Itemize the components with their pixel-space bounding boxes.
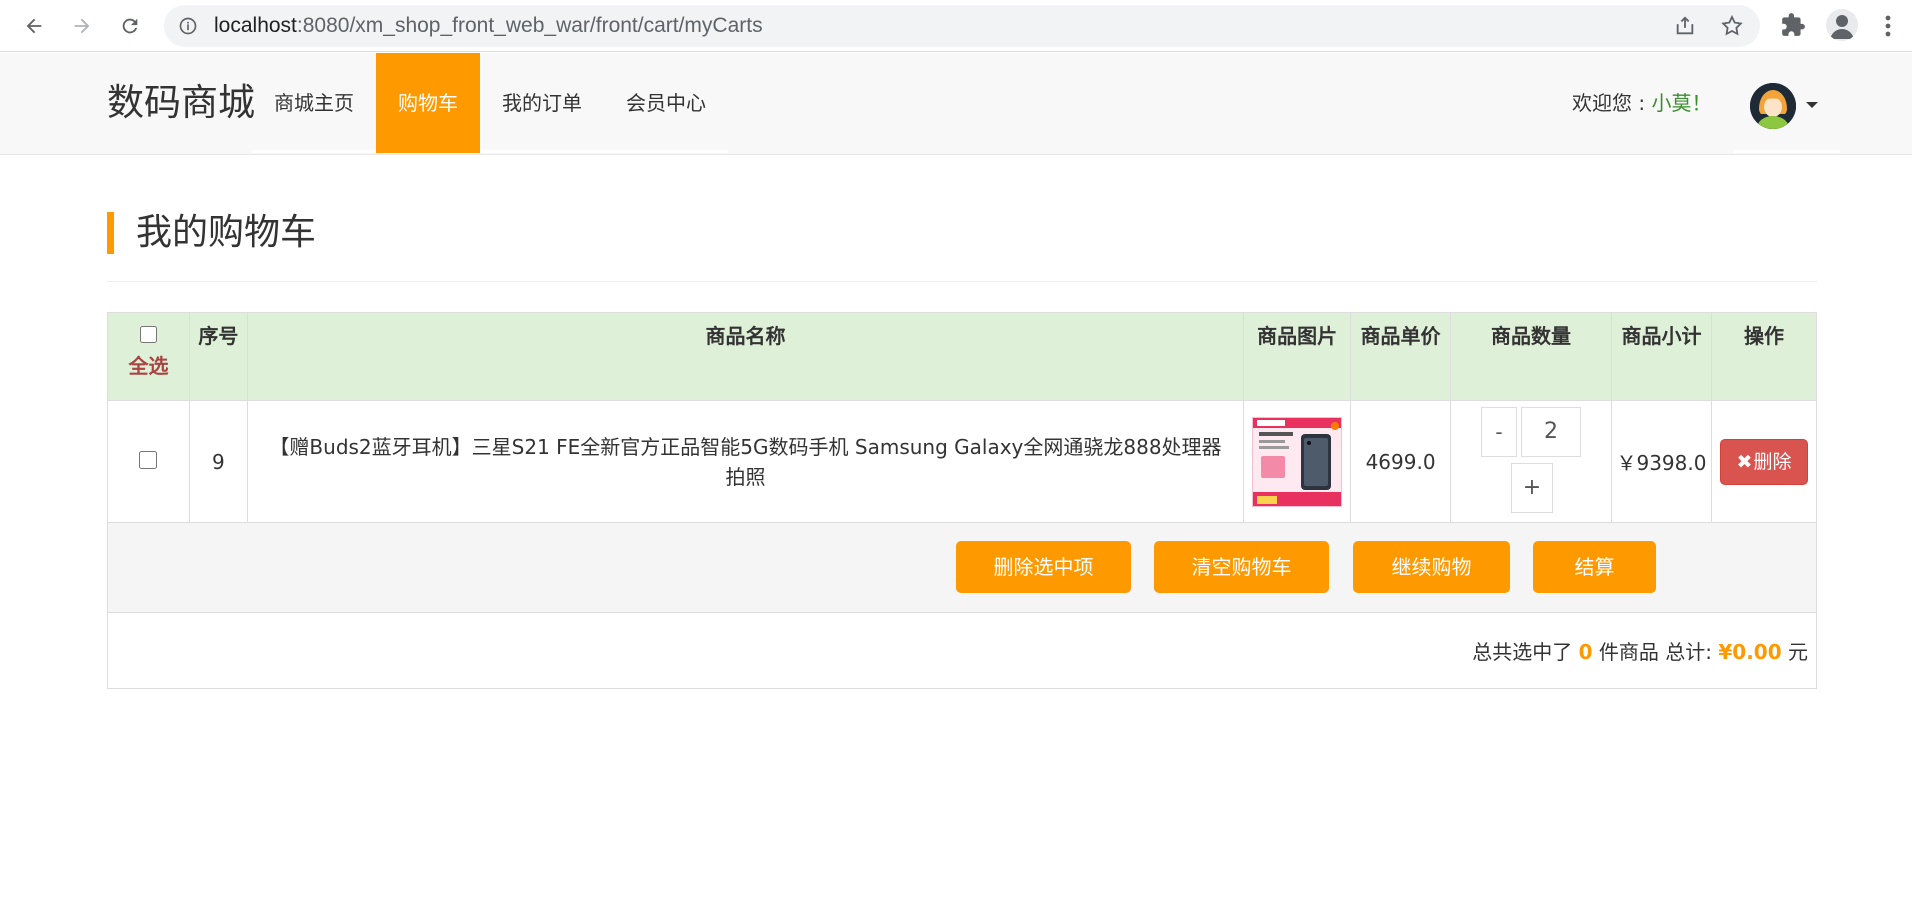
bookmark-star-icon[interactable] xyxy=(1720,14,1744,38)
share-icon[interactable] xyxy=(1674,15,1696,37)
site-navbar: 数码商城 商城主页 购物车 我的订单 会员中心 欢迎您 : 小莫！ xyxy=(0,53,1912,155)
cart-actions-row: 删除选中项 清空购物车 继续购物 结算 xyxy=(107,522,1817,613)
username: 小莫！ xyxy=(1651,91,1712,115)
nav-link-cart[interactable]: 购物车 xyxy=(376,53,480,153)
delete-item-button[interactable]: ✖删除 xyxy=(1719,438,1808,485)
summary-mid: 件商品 总计: xyxy=(1598,640,1713,664)
table-header-row: 全选 序号 商品名称 商品图片 商品单价 商品数量 商品小计 操作 xyxy=(107,312,1818,401)
subtotal: ￥9398.0 xyxy=(1610,400,1712,523)
profile-avatar-icon[interactable] xyxy=(1826,9,1858,41)
user-avatar[interactable] xyxy=(1750,83,1796,129)
selected-count: 0 xyxy=(1578,640,1593,664)
user-menu-toggle[interactable] xyxy=(1734,53,1840,153)
remove-x-icon: ✖ xyxy=(1736,450,1753,473)
delete-selected-button[interactable]: 删除选中项 xyxy=(956,541,1131,593)
product-image-cell xyxy=(1243,400,1352,523)
url-host: localhost xyxy=(214,14,297,37)
reload-icon[interactable] xyxy=(114,10,146,42)
browser-menu-icon[interactable] xyxy=(1878,12,1898,40)
select-all-label[interactable]: 全选 xyxy=(128,354,168,378)
nav-link-orders[interactable]: 我的订单 xyxy=(480,53,604,153)
quantity-input[interactable]: 2 xyxy=(1521,406,1582,457)
url-path: :8080/xm_shop_front_web_war/front/cart/m… xyxy=(296,14,763,37)
row-index: 9 xyxy=(188,400,248,523)
cart-summary: 总共选中了 0 件商品 总计: ¥0.00 元 xyxy=(107,612,1817,689)
unit-price: 4699.0 xyxy=(1350,400,1452,523)
continue-shopping-button[interactable]: 继续购物 xyxy=(1353,541,1510,593)
quantity-stepper: - 2 + xyxy=(1481,406,1582,517)
url-text[interactable]: localhost:8080/xm_shop_front_web_war/fro… xyxy=(214,5,763,47)
operation-header: 操作 xyxy=(1710,312,1818,401)
site-info-icon[interactable] xyxy=(178,16,198,36)
delete-label: 删除 xyxy=(1753,450,1792,473)
page-title: 我的购物车 xyxy=(107,212,316,254)
quantity-header: 商品数量 xyxy=(1450,312,1612,401)
product-name: 【赠Buds2蓝牙耳机】三星S21 FE全新官方正品智能5G数码手机 Samsu… xyxy=(246,400,1245,523)
select-all-header: 全选 xyxy=(107,312,190,401)
cart-summary-row: 总共选中了 0 件商品 总计: ¥0.00 元 xyxy=(107,612,1817,689)
back-arrow-icon[interactable] xyxy=(18,10,50,42)
welcome-text: 欢迎您 : 小莫！ xyxy=(1572,53,1711,153)
product-name-header: 商品名称 xyxy=(246,312,1245,401)
summary-prefix: 总共选中了 xyxy=(1472,640,1573,664)
table-row: 9 【赠Buds2蓝牙耳机】三星S21 FE全新官方正品智能5G数码手机 Sam… xyxy=(107,400,1818,523)
nav-link-home[interactable]: 商城主页 xyxy=(252,53,376,153)
cart-table: 全选 序号 商品名称 商品图片 商品单价 商品数量 商品小计 操作 9 【赠Bu… xyxy=(107,312,1818,689)
currency-unit: 元 xyxy=(1788,640,1808,664)
row-select-cell xyxy=(107,400,190,523)
clear-cart-button[interactable]: 清空购物车 xyxy=(1154,541,1329,593)
index-header: 序号 xyxy=(188,312,248,401)
total-amount: ¥0.00 xyxy=(1718,640,1782,664)
operation-cell: ✖删除 xyxy=(1710,400,1818,523)
increase-quantity-button[interactable]: + xyxy=(1511,462,1554,513)
quantity-cell: - 2 + xyxy=(1450,400,1612,523)
title-divider xyxy=(107,281,1817,282)
product-thumbnail[interactable] xyxy=(1252,416,1343,507)
row-select-checkbox[interactable] xyxy=(139,450,158,469)
cart-actions-cell: 删除选中项 清空购物车 继续购物 结算 xyxy=(107,522,1817,613)
forward-arrow-icon[interactable] xyxy=(66,10,98,42)
chevron-down-icon xyxy=(1806,102,1818,108)
welcome-prefix: 欢迎您 : xyxy=(1572,91,1652,115)
unit-price-header: 商品单价 xyxy=(1350,312,1452,401)
nav-link-member-center[interactable]: 会员中心 xyxy=(604,53,728,153)
subtotal-header: 商品小计 xyxy=(1610,312,1712,401)
product-image-header: 商品图片 xyxy=(1243,312,1352,401)
address-bar[interactable]: localhost:8080/xm_shop_front_web_war/fro… xyxy=(164,5,1760,47)
main-nav: 商城主页 购物车 我的订单 会员中心 xyxy=(252,53,728,153)
checkout-button[interactable]: 结算 xyxy=(1533,541,1656,593)
browser-toolbar: localhost:8080/xm_shop_front_web_war/fro… xyxy=(0,0,1912,52)
select-all-checkbox[interactable] xyxy=(139,326,157,343)
brand-logo[interactable]: 数码商城 xyxy=(107,53,255,153)
extensions-puzzle-icon[interactable] xyxy=(1780,12,1806,38)
decrease-quantity-button[interactable]: - xyxy=(1481,406,1518,457)
